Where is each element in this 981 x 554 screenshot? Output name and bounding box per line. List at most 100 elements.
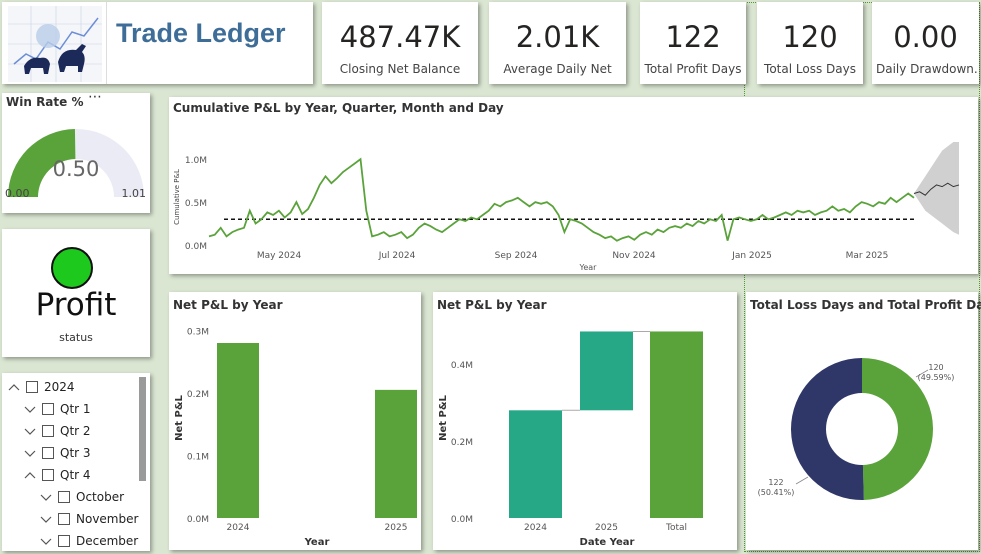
slicer-checkbox[interactable]: [42, 469, 54, 481]
slicer-item[interactable]: 2024: [8, 377, 75, 397]
bull-bear-logo-icon: [8, 6, 102, 82]
slicer-checkbox[interactable]: [58, 535, 70, 547]
page-title: Trade Ledger: [116, 18, 286, 48]
kpi-value: 2.01K: [515, 20, 600, 54]
x-tick-label: 2024: [524, 523, 547, 533]
y-tick-label: 0.2M: [187, 390, 209, 400]
chevron-down-icon[interactable]: [40, 513, 52, 525]
slicer-item-label: December: [76, 534, 139, 548]
net-pnl-waterfall-chart: 0.0M 0.2M 0.4M Net P&L 2024 2025 Total Date Yea…: [438, 330, 703, 548]
y-tick-label: 0.0M: [185, 242, 207, 252]
chevron-down-icon[interactable]: [40, 535, 52, 547]
chevron-down-icon[interactable]: [40, 491, 52, 503]
slicer-item[interactable]: Qtr 2: [24, 421, 91, 441]
cumulative-pnl-card[interactable]: Cumulative P&L by Year, Quarter, Month a…: [169, 97, 978, 274]
label-leader: [795, 476, 809, 485]
net-pnl-waterfall-card[interactable]: Net P&L by Year 0.0M 0.2M 0.4M Net P&L 2024 2…: [433, 292, 737, 550]
date-slicer[interactable]: 2024 Qtr 1 Qtr 2 Qtr 3 Qtr 4 October November D…: [2, 373, 150, 551]
x-tick-label: 2025: [385, 523, 408, 533]
slicer-item-label: November: [76, 512, 139, 526]
y-axis-label: Net P&L: [174, 394, 185, 440]
cumulative-pnl-chart: 0.0M 0.5M 1.0M Cumulative P&L May 2024 Jul 20…: [173, 142, 960, 272]
kpi-label: Average Daily Net: [503, 62, 612, 76]
waterfall-bar: [580, 331, 633, 411]
win-rate-card[interactable]: Win Rate % ⋯ 0.50 0.00 1.01: [2, 89, 150, 213]
kpi-value: 487.47K: [339, 20, 461, 54]
slicer-checkbox[interactable]: [42, 403, 54, 415]
gauge-max: 1.01: [121, 187, 147, 200]
slicer-item-label: October: [76, 490, 125, 504]
net-pnl-bar-card[interactable]: Net P&L by Year 0.0M 0.1M 0.2M 0.3M Net P&L 2…: [169, 292, 421, 550]
gauge-min: 0.00: [5, 187, 30, 200]
kpi-average-daily-net[interactable]: 2.01K Average Daily Net: [489, 2, 626, 84]
kpi-closing-net-balance[interactable]: 487.47K Closing Net Balance: [322, 2, 478, 84]
forecast-band: [914, 142, 959, 235]
slice-value-label: 120: [928, 363, 943, 372]
x-tick-label: May 2024: [257, 251, 302, 261]
kpi-value: 122: [665, 20, 721, 54]
slice-percent-label: (49.59%): [918, 373, 955, 382]
status-indicator-icon: [51, 247, 93, 289]
x-axis-label: Year: [579, 263, 598, 272]
slicer-item[interactable]: Qtr 1: [24, 399, 91, 419]
chevron-down-icon[interactable]: [24, 425, 36, 437]
slicer-item[interactable]: Qtr 3: [24, 443, 91, 463]
chevron-down-icon[interactable]: [24, 447, 36, 459]
slicer-checkbox[interactable]: [42, 447, 54, 459]
x-tick-label: Sep 2024: [495, 251, 538, 261]
status-caption: status: [59, 331, 93, 344]
y-axis-label: Cumulative P&L: [173, 169, 181, 225]
slicer-checkbox[interactable]: [58, 491, 70, 503]
bar: [375, 389, 417, 518]
kpi-label: Total Loss Days: [764, 62, 856, 76]
kpi-daily-drawdown[interactable]: 0.00 Daily Drawdown...: [872, 2, 979, 84]
x-tick-label: 2025: [595, 523, 618, 533]
cumulative-pnl-line: [208, 157, 915, 242]
chevron-up-icon[interactable]: [8, 381, 20, 393]
y-tick-label: 0.0M: [187, 515, 209, 525]
slicer-checkbox[interactable]: [58, 513, 70, 525]
x-tick-label: Mar 2025: [846, 251, 889, 261]
slicer-item-label: Qtr 1: [60, 402, 91, 416]
slicer-item[interactable]: November: [40, 509, 138, 529]
kpi-total-profit-days[interactable]: 122 Total Profit Days: [640, 2, 746, 84]
slice-percent-label: (50.41%): [758, 488, 795, 497]
x-tick-label: Jul 2024: [378, 251, 416, 261]
kpi-label: Closing Net Balance: [339, 62, 461, 76]
x-tick-label: Jan 2025: [731, 251, 772, 261]
slicer-item-label: 2024: [44, 380, 75, 394]
y-tick-label: 0.5M: [185, 199, 207, 209]
kpi-total-loss-days[interactable]: 120 Total Loss Days: [757, 2, 863, 84]
slicer-checkbox[interactable]: [42, 425, 54, 437]
slice-value-label: 122: [768, 478, 783, 487]
logo-card: Trade Ledger: [2, 2, 313, 84]
waterfall-bar: [509, 410, 562, 518]
x-tick-label: Nov 2024: [612, 251, 656, 261]
gauge-value: 0.50: [52, 157, 100, 181]
y-tick-label: 0.4M: [451, 361, 473, 371]
slicer-scrollbar[interactable]: [139, 377, 146, 481]
slicer-checkbox[interactable]: [26, 381, 38, 393]
status-card: Profit status: [2, 229, 150, 357]
loss-profit-donut-chart: 120(49.59%) 122(50.41%): [758, 358, 955, 500]
net-pnl-bar-chart: 0.0M 0.1M 0.2M 0.3M Net P&L 2024 2025 Year: [174, 328, 417, 548]
y-tick-label: 0.3M: [187, 328, 209, 338]
status-label: Profit: [35, 287, 117, 323]
chevron-down-icon[interactable]: [24, 403, 36, 415]
waterfall-bar: [650, 331, 703, 518]
slicer-item-label: Qtr 4: [60, 468, 91, 482]
y-tick-label: 1.0M: [185, 156, 207, 166]
x-tick-label: 2024: [227, 523, 250, 533]
chevron-up-icon[interactable]: [24, 469, 36, 481]
y-axis-label: Net P&L: [438, 394, 449, 440]
x-axis-label: Date Year: [580, 537, 635, 548]
x-tick-label: Total: [665, 523, 687, 533]
slicer-item[interactable]: December: [40, 531, 138, 551]
slicer-item[interactable]: Qtr 4: [24, 465, 91, 485]
slicer-item[interactable]: October: [40, 487, 124, 507]
kpi-label: Total Profit Days: [644, 62, 742, 76]
logo-divider: [106, 2, 107, 84]
slicer-item-label: Qtr 3: [60, 446, 91, 460]
loss-profit-days-card[interactable]: Total Loss Days and Total Profit Days 12…: [746, 292, 981, 550]
y-tick-label: 0.1M: [187, 453, 209, 463]
